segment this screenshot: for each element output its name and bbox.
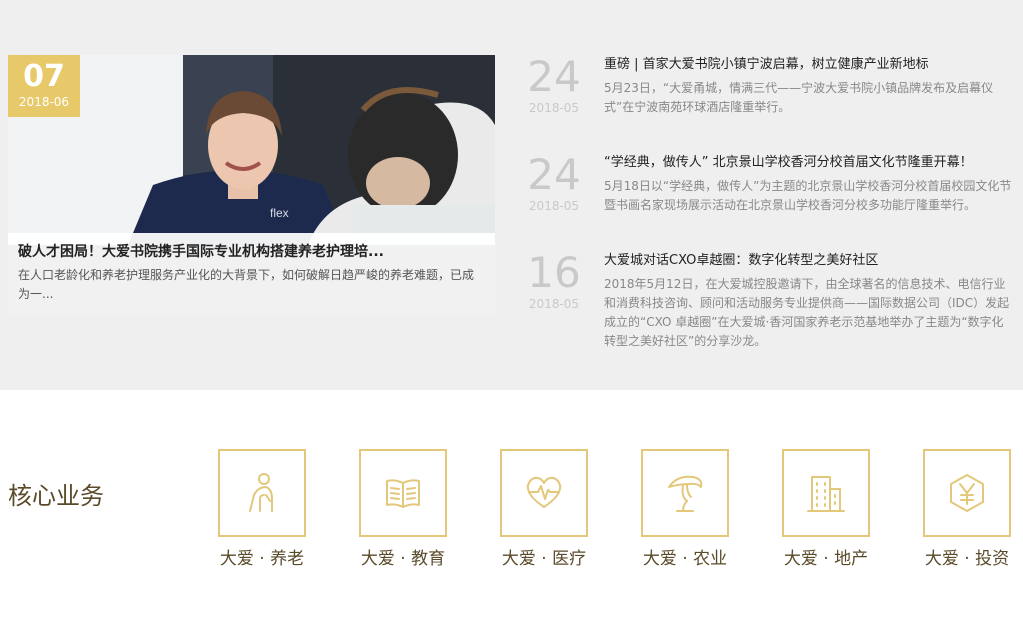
news-date-day: 24 [527,150,581,199]
news-title[interactable]: 大爱城对话CXO卓越圈：数字化转型之美好社区 [604,251,1012,271]
featured-news-title[interactable]: 破人才困局！大爱书院携手国际专业机构搭建养老护理培... [18,242,485,262]
business-label: 大爱 · 教育 [360,549,446,569]
heart-pulse-icon [526,476,562,508]
business-icon-box[interactable] [500,449,588,537]
news-body: “学经典，做传人” 北京景山学校香河分校首届文化节隆重开幕！ 5月18日以“学经… [604,153,1012,215]
featured-news-card[interactable]: flex 07 2018-06 破人才困局！大爱书院携手国际专业机构搭建养老护理… [8,55,495,315]
business-label: 大爱 · 养老 [219,549,305,569]
news-date-day: 16 [527,248,581,297]
news-body: 大爱城对话CXO卓越圈：数字化转型之美好社区 2018年5月12日，在大爱城控股… [604,251,1012,351]
news-item[interactable]: 24 2018-05 重磅 | 首家大爱书院小镇宁波启幕，树立健康产业新地标 5… [526,55,1016,155]
news-desc: 2018年5月12日，在大爱城控股邀请下，由全球著名的信息技术、电信行业和消费科… [604,277,1010,348]
news-date: 16 2018-05 [526,248,582,312]
book-icon [386,479,420,508]
business-icon-box[interactable] [641,449,729,537]
news-desc: 5月23日，“大爱甬城，情满三代——宁波大爱书院小镇品牌发布及启幕仪式”在宁波南… [604,81,994,114]
photo-logo-text: flex [270,206,289,220]
business-label: 大爱 · 地产 [783,549,869,569]
news-date: 24 2018-05 [526,52,582,116]
business-item-real-estate[interactable]: 大爱 · 地产 [782,449,870,571]
business-item-education[interactable]: 大爱 · 教育 [359,449,447,571]
news-item[interactable]: 24 2018-05 “学经典，做传人” 北京景山学校香河分校首届文化节隆重开幕… [526,153,1016,253]
news-date-month: 2018-05 [528,199,580,213]
featured-news-photo: flex [8,55,495,245]
news-date-day: 24 [527,52,581,101]
business-icon-box[interactable] [923,449,1011,537]
business-label: 大爱 · 投资 [924,549,1010,569]
news-date-month: 2018-05 [528,297,580,311]
business-label: 大爱 · 农业 [642,549,728,569]
news-date-month: 2018-05 [528,101,580,115]
elderly-icon [249,473,273,512]
news-desc: 5月18日以“学经典，做传人”为主题的北京景山学校香河分校首届校园文化节暨书画名… [604,179,1012,212]
business-item-elderly-care[interactable]: 大爱 · 养老 [218,449,306,571]
business-item-investment[interactable]: 大爱 · 投资 [923,449,1011,571]
news-section: flex 07 2018-06 破人才困局！大爱书院携手国际专业机构搭建养老护理… [0,0,1023,390]
business-icon-box[interactable] [782,449,870,537]
featured-date-day: 07 [23,59,65,94]
news-body: 重磅 | 首家大爱书院小镇宁波启幕，树立健康产业新地标 5月23日，“大爱甬城，… [604,55,1012,117]
business-item-agriculture[interactable]: 大爱 · 农业 [641,449,729,571]
business-label: 大爱 · 医疗 [501,549,587,569]
featured-news-desc: 在人口老龄化和养老护理服务产业化的大背景下，如何破解日趋严峻的养老难题，已成为一… [18,268,475,301]
business-icon-box[interactable] [359,449,447,537]
yen-hexagon-icon [950,474,984,512]
news-item[interactable]: 16 2018-05 大爱城对话CXO卓越圈：数字化转型之美好社区 2018年5… [526,251,1016,351]
business-icon-box[interactable] [218,449,306,537]
building-icon [807,476,845,512]
featured-news-text: 破人才困局！大爱书院携手国际专业机构搭建养老护理培... 在人口老龄化和养老护理… [8,233,495,315]
news-date: 24 2018-05 [526,150,582,214]
core-business-title: 核心业务 [8,482,104,510]
featured-date-badge: 07 2018-06 [8,55,80,117]
business-item-medical[interactable]: 大爱 · 医疗 [500,449,588,571]
mushroom-icon [668,475,703,512]
news-title[interactable]: 重磅 | 首家大爱书院小镇宁波启幕，树立健康产业新地标 [604,55,1012,75]
featured-date-month: 2018-06 [18,95,70,109]
news-title[interactable]: “学经典，做传人” 北京景山学校香河分校首届文化节隆重开幕！ [604,153,1012,173]
